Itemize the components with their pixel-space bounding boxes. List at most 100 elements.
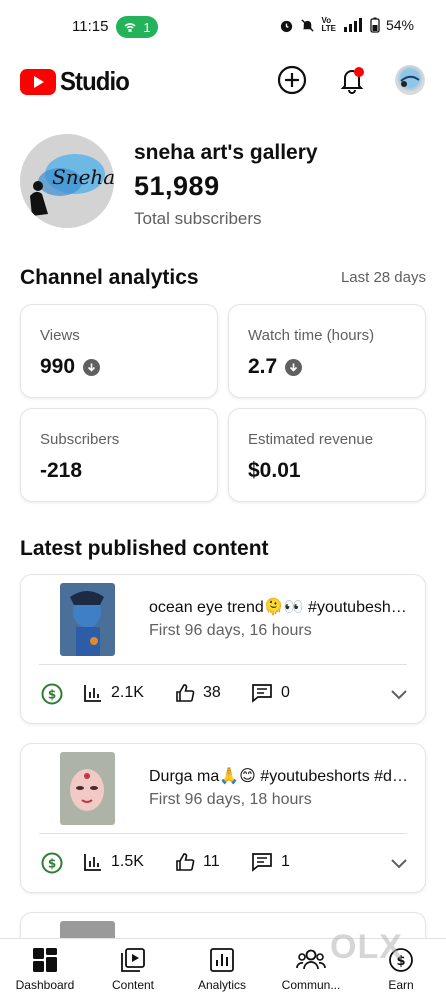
- video-thumbnail[interactable]: [60, 583, 115, 656]
- status-icons: Vo LTE 54%: [279, 17, 414, 33]
- studio-logo[interactable]: Studio: [20, 66, 135, 97]
- trend-down-icon: [285, 358, 303, 376]
- thumbnail-art-icon: [60, 583, 115, 656]
- content-item[interactable]: Durga ma🙏😊 #youtubeshorts #durgamaa Firs…: [20, 743, 426, 893]
- analytics-period: Last 28 days: [340, 269, 426, 286]
- card-value-text: 990: [40, 355, 76, 378]
- card-value: 2.7: [248, 355, 303, 379]
- expand-button[interactable]: [388, 683, 410, 710]
- svg-text:$: $: [48, 688, 56, 702]
- nav-content[interactable]: Content: [88, 945, 178, 992]
- divider: [39, 664, 407, 665]
- video-title[interactable]: Durga ma🙏😊 #youtubeshorts #durgamaa: [149, 766, 414, 786]
- card-value-text: -218: [40, 459, 83, 482]
- video-meta: First 96 days, 18 hours: [149, 791, 312, 808]
- subscribers-card[interactable]: Subscribers -218: [20, 408, 218, 502]
- watch-time-card[interactable]: Watch time (hours) 2.7: [228, 304, 426, 398]
- likes-count: 11: [203, 853, 220, 870]
- video-title[interactable]: ocean eye trend🫠👀 #youtubeshorts: [149, 597, 414, 617]
- views-count: 2.1K: [111, 684, 144, 701]
- chevron-down-icon: [391, 859, 407, 869]
- youtube-play-icon: [20, 68, 56, 95]
- battery-icon: [370, 17, 380, 33]
- likes-stat: 11: [175, 852, 220, 872]
- olx-watermark: OLX: [330, 928, 403, 966]
- channel-name: sneha art's gallery: [134, 141, 318, 164]
- card-label: Subscribers: [40, 431, 120, 448]
- card-value: $0.01: [248, 459, 301, 483]
- card-value: -218: [40, 459, 82, 483]
- dashboard-icon: [33, 948, 57, 972]
- channel-avatar[interactable]: Sneha: [20, 134, 114, 228]
- monetization-status: $: [41, 852, 63, 874]
- mute-icon: [301, 18, 315, 32]
- signal-icon: [343, 18, 362, 32]
- subscriber-label: Total subscribers: [134, 209, 262, 228]
- bar-chart-icon: [84, 685, 101, 702]
- nav-label: Dashboard: [15, 978, 75, 992]
- likes-stat: 38: [175, 683, 221, 703]
- nav-dashboard[interactable]: Dashboard: [0, 945, 90, 992]
- alarm-icon: [281, 20, 293, 32]
- status-time: 11:15: [72, 18, 109, 35]
- card-label: Views: [40, 327, 80, 344]
- card-value-text: $0.01: [248, 459, 301, 482]
- nav-analytics[interactable]: Analytics: [177, 945, 267, 992]
- comments-count: 0: [281, 684, 290, 701]
- volte-icon: Vo LTE: [321, 16, 336, 33]
- comments-count: 1: [281, 853, 290, 870]
- nav-label: Earn: [388, 978, 414, 992]
- card-value: 990: [40, 355, 101, 379]
- latest-content-title: Latest published content: [20, 537, 269, 560]
- add-circle-icon: [277, 65, 307, 95]
- views-count: 1.5K: [111, 853, 144, 870]
- content-icon: [121, 948, 145, 972]
- comments-stat: 0: [251, 683, 290, 703]
- community-icon: [296, 949, 326, 970]
- battery-percent: 54%: [385, 17, 414, 33]
- hotspot-icon: [124, 23, 136, 32]
- notifications-button[interactable]: [336, 64, 368, 96]
- revenue-card[interactable]: Estimated revenue $0.01: [228, 408, 426, 502]
- comment-icon: [252, 684, 272, 703]
- video-thumbnail[interactable]: [60, 752, 115, 825]
- views-stat: 1.5K: [83, 852, 144, 872]
- trend-down-icon: [83, 358, 101, 376]
- thumbs-up-icon: [176, 853, 195, 871]
- nav-label: Analytics: [197, 978, 247, 992]
- comments-stat: 1: [251, 852, 290, 872]
- monetization-status: $: [41, 683, 63, 705]
- chevron-down-icon: [391, 690, 407, 700]
- status-bar: 11:15 1 Vo LTE 54%: [0, 0, 446, 54]
- expand-button[interactable]: [388, 852, 410, 879]
- avatar-art-icon: [400, 75, 420, 87]
- app-header: Studio: [0, 58, 446, 104]
- bell-icon: [340, 67, 364, 94]
- video-meta: First 96 days, 16 hours: [149, 622, 312, 639]
- card-value-text: 2.7: [248, 355, 278, 378]
- dollar-circle-icon: $: [41, 683, 63, 705]
- channel-logo-text: Sneha: [52, 165, 114, 189]
- subscriber-count: 51,989: [134, 171, 220, 201]
- thumbnail-art-icon: [60, 752, 115, 825]
- views-card[interactable]: Views 990: [20, 304, 218, 398]
- bar-chart-icon: [84, 854, 101, 871]
- hotspot-count: 1: [143, 19, 151, 35]
- comment-icon: [252, 853, 272, 872]
- analytics-title: Channel analytics: [20, 266, 199, 289]
- logo-text: Studio: [60, 66, 130, 96]
- hotspot-indicator: 1: [116, 16, 158, 38]
- card-label: Watch time (hours): [248, 327, 375, 344]
- account-avatar[interactable]: [395, 65, 425, 95]
- content-item[interactable]: ocean eye trend🫠👀 #youtubeshorts First 9…: [20, 574, 426, 724]
- dollar-circle-icon: $: [41, 852, 63, 874]
- likes-count: 38: [203, 684, 221, 701]
- nav-label: Content: [111, 978, 155, 992]
- nav-label: Commun...: [281, 978, 341, 992]
- thumbs-up-icon: [176, 684, 195, 702]
- card-label: Estimated revenue: [248, 431, 374, 448]
- views-stat: 2.1K: [83, 683, 144, 703]
- create-button[interactable]: [276, 64, 308, 96]
- svg-text:$: $: [48, 857, 56, 871]
- divider: [39, 833, 407, 834]
